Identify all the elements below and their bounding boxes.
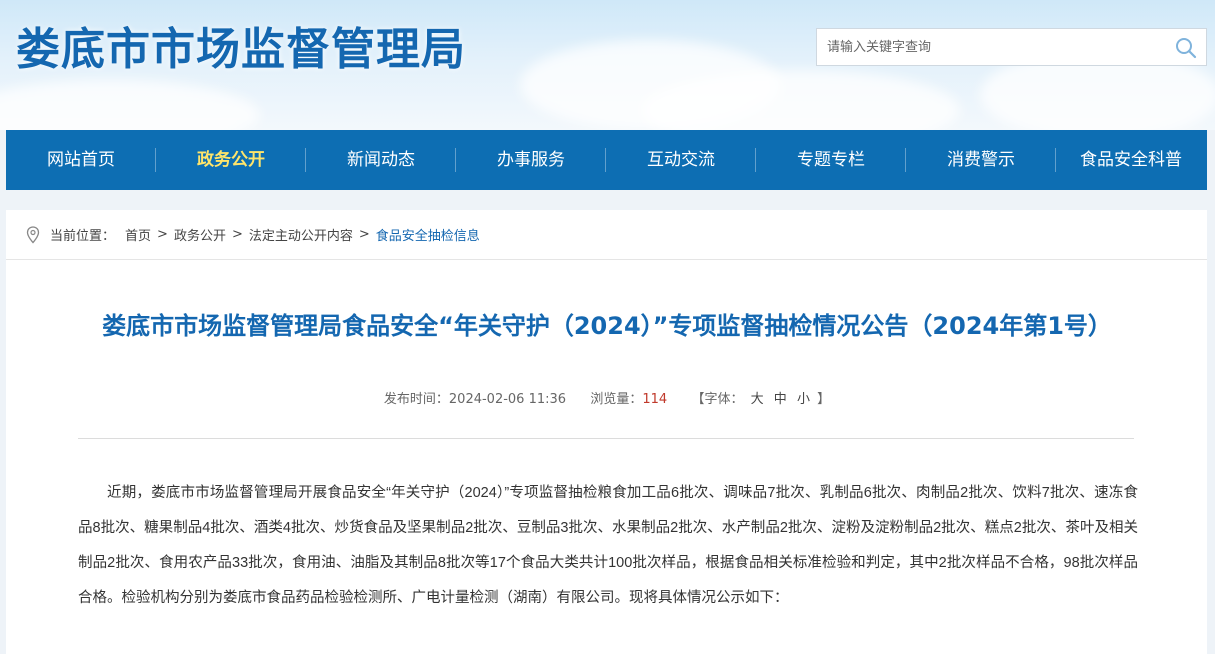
article-meta: 发布时间：2024-02-06 11:36 浏览量：114 【字体： 大 中 小… — [76, 388, 1138, 407]
content-panel: 当前位置： 首页 > 政务公开 > 法定主动公开内容 > 食品安全抽检信息 娄底… — [6, 210, 1207, 654]
publish-time-label: 发布时间： — [383, 392, 449, 407]
article-body: 近期，娄底市市场监督管理局开展食品安全“年关守护（2024）”专项监督抽检粮食加… — [78, 485, 1138, 606]
title-divider — [78, 438, 1134, 439]
search-icon[interactable] — [1174, 36, 1198, 60]
nav-item-label: 新闻动态 — [347, 150, 415, 170]
nav-item-label: 消费警示 — [947, 150, 1015, 170]
font-size-label-close: 】 — [817, 392, 831, 407]
views-label: 浏览量： — [590, 392, 643, 407]
nav-item-consumer-alerts[interactable]: 消费警示 — [906, 130, 1056, 190]
breadcrumb-food-inspection[interactable]: 食品安全抽检信息 — [376, 225, 480, 244]
nav-item-services[interactable]: 办事服务 — [456, 130, 606, 190]
search-box — [816, 28, 1207, 66]
article-title: 娄底市市场监督管理局食品安全“年关守护（2024）”专项监督抽检情况公告（202… — [102, 312, 1112, 340]
site-title[interactable]: 娄底市市场监督管理局 — [16, 22, 466, 78]
breadcrumb-separator: > — [157, 227, 168, 242]
nav-item-label: 办事服务 — [497, 150, 565, 170]
publish-time: 2024-02-06 11:36 — [448, 392, 567, 407]
nav-item-home[interactable]: 网站首页 — [6, 130, 156, 190]
font-size-label: 【字体： — [691, 392, 744, 407]
font-size-large-button[interactable]: 大 — [751, 392, 764, 407]
font-size-small-button[interactable]: 小 — [797, 392, 810, 407]
breadcrumb-label: 当前位置： — [50, 229, 116, 244]
nav-item-label: 专题专栏 — [797, 150, 865, 170]
nav-item-interaction[interactable]: 互动交流 — [606, 130, 756, 190]
nav-item-label: 网站首页 — [47, 150, 115, 170]
breadcrumb: 当前位置： 首页 > 政务公开 > 法定主动公开内容 > 食品安全抽检信息 — [6, 210, 1207, 260]
main-nav: 网站首页 政务公开 新闻动态 办事服务 互动交流 专题专栏 消费警示 食品安全科… — [6, 130, 1207, 190]
font-size-medium-button[interactable]: 中 — [774, 392, 787, 407]
breadcrumb-government-affairs[interactable]: 政务公开 — [174, 225, 226, 244]
location-pin-icon — [26, 225, 40, 243]
header-banner: 娄底市市场监督管理局 — [0, 0, 1215, 130]
breadcrumb-separator: > — [231, 227, 243, 242]
nav-item-special-topics[interactable]: 专题专栏 — [756, 130, 906, 190]
nav-item-label: 互动交流 — [647, 150, 715, 170]
breadcrumb-separator: > — [358, 227, 370, 242]
search-input[interactable] — [817, 29, 1162, 65]
breadcrumb-statutory-disclosure[interactable]: 法定主动公开内容 — [249, 225, 353, 244]
nav-item-news[interactable]: 新闻动态 — [306, 130, 456, 190]
breadcrumb-home[interactable]: 首页 — [125, 225, 151, 244]
view-count: 114 — [642, 392, 668, 407]
nav-item-government-affairs[interactable]: 政务公开 — [156, 130, 306, 190]
nav-item-label: 政务公开 — [197, 150, 265, 170]
nav-item-label: 食品安全科普 — [1080, 150, 1182, 170]
nav-item-food-safety[interactable]: 食品安全科普 — [1056, 130, 1206, 190]
